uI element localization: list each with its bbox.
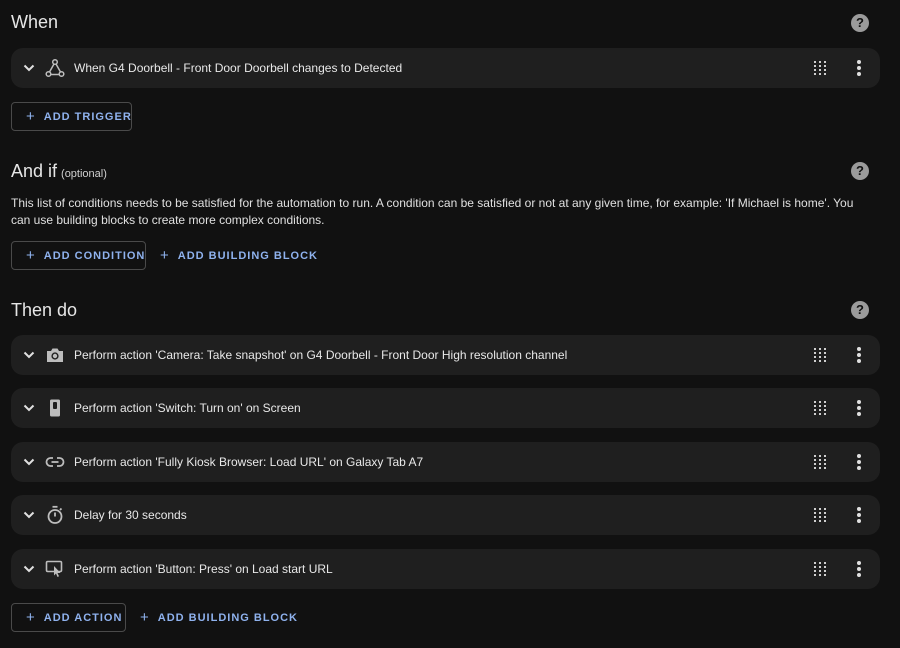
timer-icon: [47, 505, 63, 524]
plus-icon: +: [26, 609, 36, 626]
more-vert-icon[interactable]: [854, 560, 864, 578]
section-title-when: When: [11, 12, 59, 32]
drag-handle-icon[interactable]: [814, 61, 826, 75]
action-label: Perform action 'Switch: Turn on' on Scre…: [74, 401, 301, 415]
drag-handle-icon[interactable]: [814, 562, 826, 576]
drag-handle-icon[interactable]: [814, 348, 826, 362]
trigger-icon: [45, 58, 65, 78]
add-building-block-label: ADD BUILDING BLOCK: [157, 612, 298, 624]
chevron-down-icon[interactable]: [22, 508, 36, 522]
action-row[interactable]: Delay for 30 seconds: [11, 495, 880, 535]
chevron-down-icon[interactable]: [22, 348, 36, 362]
chevron-down-icon[interactable]: [22, 455, 36, 469]
action-row[interactable]: Perform action 'Button: Press' on Load s…: [11, 549, 880, 589]
trigger-row[interactable]: When G4 Doorbell - Front Door Doorbell c…: [11, 48, 880, 88]
more-vert-icon[interactable]: [854, 346, 864, 364]
add-trigger-label: ADD TRIGGER: [43, 111, 132, 123]
add-action-button[interactable]: + ADD ACTION: [11, 603, 126, 632]
section-title-and-if: And if (optional): [11, 161, 107, 182]
plus-icon: +: [160, 247, 170, 264]
more-vert-icon[interactable]: [854, 506, 864, 524]
switch-icon: [50, 399, 60, 417]
drag-handle-icon[interactable]: [814, 508, 826, 522]
add-condition-button[interactable]: + ADD CONDITION: [11, 241, 146, 270]
button-press-icon: [45, 560, 63, 577]
add-building-block-button[interactable]: + ADD BUILDING BLOCK: [140, 603, 298, 632]
add-trigger-button[interactable]: + ADD TRIGGER: [11, 102, 132, 131]
chevron-down-icon[interactable]: [22, 61, 36, 75]
help-icon[interactable]: ?: [851, 162, 869, 180]
action-row[interactable]: Perform action 'Fully Kiosk Browser: Loa…: [11, 442, 880, 482]
optional-label: (optional): [61, 168, 107, 180]
link-icon: [45, 457, 65, 467]
and-if-title: And if: [11, 161, 58, 181]
camera-icon: [47, 348, 63, 362]
action-label: Perform action 'Button: Press' on Load s…: [74, 562, 333, 576]
more-vert-icon[interactable]: [854, 453, 864, 471]
chevron-down-icon[interactable]: [22, 401, 36, 415]
plus-icon: +: [26, 108, 36, 125]
help-icon[interactable]: ?: [851, 301, 869, 319]
action-label: Delay for 30 seconds: [74, 508, 187, 522]
drag-handle-icon[interactable]: [814, 455, 826, 469]
add-condition-label: ADD CONDITION: [43, 250, 146, 262]
plus-icon: +: [140, 609, 150, 626]
drag-handle-icon[interactable]: [814, 401, 826, 415]
section-title-then-do: Then do: [11, 300, 78, 320]
action-row[interactable]: Perform action 'Camera: Take snapshot' o…: [11, 335, 880, 375]
more-vert-icon[interactable]: [854, 59, 864, 77]
action-row[interactable]: Perform action 'Switch: Turn on' on Scre…: [11, 388, 880, 428]
add-building-block-button[interactable]: + ADD BUILDING BLOCK: [160, 241, 318, 270]
trigger-label: When G4 Doorbell - Front Door Doorbell c…: [74, 61, 403, 75]
more-vert-icon[interactable]: [854, 399, 864, 417]
add-building-block-label: ADD BUILDING BLOCK: [177, 250, 318, 262]
add-action-label: ADD ACTION: [43, 612, 123, 624]
plus-icon: +: [26, 247, 36, 264]
action-label: Perform action 'Fully Kiosk Browser: Loa…: [74, 455, 424, 469]
chevron-down-icon[interactable]: [22, 562, 36, 576]
conditions-description: This list of conditions needs to be sati…: [11, 196, 854, 227]
action-label: Perform action 'Camera: Take snapshot' o…: [74, 348, 568, 362]
help-icon[interactable]: ?: [851, 14, 869, 32]
